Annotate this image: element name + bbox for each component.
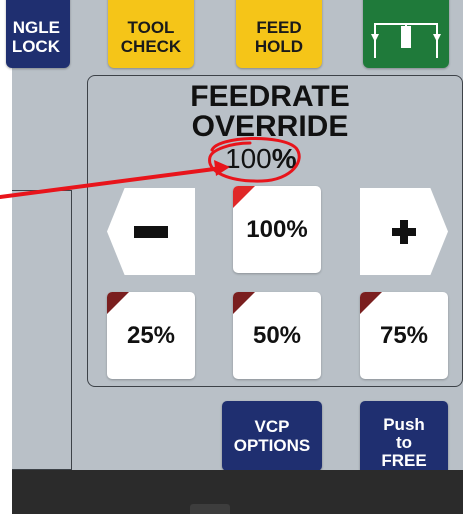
corner-indicator bbox=[233, 292, 255, 314]
increase-feedrate-button[interactable] bbox=[360, 188, 448, 275]
vcp-options-line1: VCP bbox=[254, 417, 290, 436]
single-block-button[interactable]: NGLE LOCK bbox=[6, 0, 70, 68]
title-line-2: OVERRIDE bbox=[191, 110, 349, 143]
preset-25-button[interactable]: 25% bbox=[107, 292, 195, 379]
vcp-options-button[interactable]: VCP OPTIONS bbox=[222, 401, 322, 471]
active-indicator bbox=[233, 186, 255, 208]
tool-check-button[interactable]: TOOL CHECK bbox=[108, 0, 194, 68]
preset-100-button[interactable]: 100% bbox=[233, 186, 321, 273]
bottom-bar bbox=[12, 470, 463, 514]
push-to-free-line3: FREE bbox=[381, 450, 427, 470]
feed-hold-label-line2: HOLD bbox=[254, 37, 304, 56]
preset-75-button[interactable]: 75% bbox=[360, 292, 448, 379]
tool-check-label-line2: CHECK bbox=[120, 37, 182, 56]
vcp-options-line2: OPTIONS bbox=[233, 436, 311, 455]
plus-icon bbox=[392, 219, 416, 244]
preset-50-button[interactable]: 50% bbox=[233, 292, 321, 379]
push-to-free-line2: to bbox=[395, 432, 413, 452]
feedrate-readout: 100% bbox=[225, 143, 297, 177]
feedrate-override-title: FEEDRATE OVERRIDE bbox=[87, 82, 453, 142]
preset-50-label: 50% bbox=[252, 321, 302, 349]
decrease-feedrate-button[interactable] bbox=[107, 188, 195, 275]
feedrate-value: 100 bbox=[225, 143, 272, 174]
single-block-label-line1: NGLE bbox=[12, 18, 60, 37]
minus-icon bbox=[134, 225, 168, 238]
bottom-bar-tab bbox=[190, 504, 230, 514]
title-line-1: FEEDRATE bbox=[190, 80, 350, 113]
preset-25-label: 25% bbox=[126, 321, 176, 349]
tool-check-label-line1: TOOL bbox=[127, 18, 175, 37]
program-flow-button[interactable] bbox=[363, 0, 449, 68]
feed-hold-button[interactable]: FEED HOLD bbox=[236, 0, 322, 68]
preset-100-label: 100% bbox=[246, 215, 308, 243]
feedrate-unit: % bbox=[271, 143, 297, 174]
preset-75-label: 75% bbox=[379, 321, 429, 349]
corner-indicator bbox=[360, 292, 382, 314]
program-flow-icon bbox=[371, 23, 441, 58]
single-block-label-line2: LOCK bbox=[11, 37, 60, 56]
corner-indicator bbox=[107, 292, 129, 314]
left-panel-frame bbox=[12, 190, 72, 470]
push-to-free-line1: Push bbox=[383, 414, 425, 434]
feed-hold-label-line1: FEED bbox=[256, 18, 302, 37]
